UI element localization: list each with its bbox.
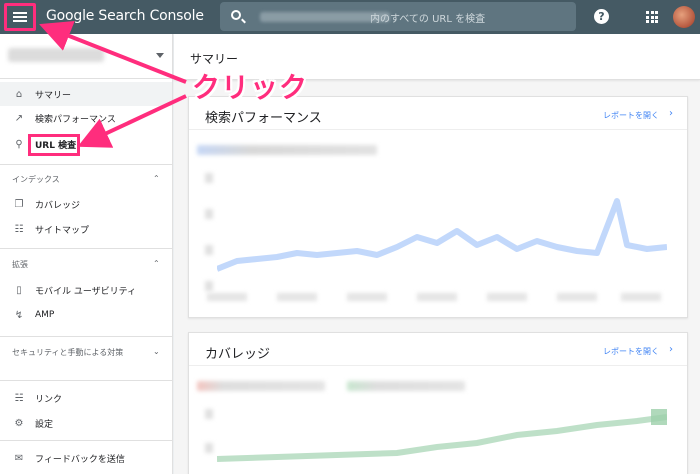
chevron-up-icon[interactable]: ⌃ — [153, 174, 160, 183]
bolt-icon: ↯ — [14, 309, 24, 321]
section-header-index[interactable]: インデックス — [12, 174, 60, 185]
x-axis-label-blurred — [207, 293, 247, 301]
chevron-up-icon[interactable]: ⌃ — [153, 259, 160, 268]
sidebar-item-mobile-usability[interactable]: ▯ モバイル ユーザビリティ — [0, 278, 172, 302]
sidebar-item-label: 検索パフォーマンス — [35, 114, 116, 125]
chevron-right-icon[interactable]: › — [669, 344, 673, 355]
sidebar-item-url-inspection[interactable]: ⚲ URL 検査 — [0, 132, 172, 156]
divider — [0, 78, 172, 79]
property-selector-blurred[interactable] — [8, 48, 104, 62]
sidebar-item-sitemap[interactable]: ☷ サイトマップ — [0, 217, 172, 241]
divider — [0, 248, 172, 249]
card-title: 検索パフォーマンス — [205, 111, 322, 126]
highlight-box-url-inspection — [28, 134, 80, 156]
chevron-down-icon[interactable] — [156, 53, 164, 58]
x-axis-label-blurred — [417, 293, 457, 301]
y-axis-label-blurred — [205, 443, 213, 453]
sidebar-item-label: モバイル ユーザビリティ — [35, 286, 137, 297]
section-header-security[interactable]: セキュリティと手動による対策 — [12, 346, 152, 360]
coverage-chart — [217, 409, 667, 462]
sidebar-item-label: サマリー — [35, 90, 72, 101]
feedback-icon: ✉ — [14, 452, 24, 464]
y-axis-label-blurred — [205, 281, 213, 291]
sidebar-item-label: フィードバックを送信 — [35, 454, 125, 465]
sidebar-item-label: サイトマップ — [35, 225, 90, 236]
open-report-link[interactable]: レポートを開く — [603, 346, 659, 357]
open-report-link[interactable]: レポートを開く — [603, 110, 659, 121]
x-axis-label-blurred — [277, 293, 317, 301]
trending-up-icon: ↗ — [14, 112, 24, 124]
divider — [0, 336, 172, 337]
hamburger-menu-icon[interactable] — [4, 3, 36, 31]
coverage-card: カバレッジ レポートを開く › — [188, 332, 688, 474]
performance-metrics-blurred — [197, 145, 377, 155]
y-axis-label-blurred — [205, 409, 213, 419]
avatar[interactable] — [673, 6, 695, 28]
performance-card: 検索パフォーマンス レポートを開く › — [188, 96, 688, 318]
links-icon: ☵ — [14, 392, 24, 404]
divider — [0, 164, 172, 165]
apps-grid-icon[interactable] — [646, 11, 658, 23]
chevron-down-icon[interactable]: ⌄ — [153, 347, 160, 356]
home-icon: ⌂ — [15, 88, 23, 100]
search-icon — [231, 10, 241, 20]
x-axis-label-blurred — [621, 293, 661, 301]
sidebar-item-label: AMP — [35, 310, 55, 320]
copy-icon: ❐ — [14, 198, 24, 210]
section-header-enhancements[interactable]: 拡張 — [12, 259, 28, 270]
sidebar-item-amp[interactable]: ↯ AMP — [0, 303, 172, 327]
divider — [189, 365, 687, 366]
sidebar-item-summary[interactable]: ⌂ サマリー — [0, 82, 172, 106]
gear-icon: ⚙ — [14, 417, 24, 429]
search-placeholder[interactable]: 内のすべての URL を検査 — [370, 10, 485, 25]
sidebar-item-label: カバレッジ — [35, 200, 81, 211]
divider — [189, 129, 687, 130]
sidebar-item-links[interactable]: ☵ リンク — [0, 386, 172, 410]
app-title[interactable]: Google Search Console — [46, 8, 204, 24]
card-title: カバレッジ — [205, 347, 271, 362]
annotation-click-label: クリック — [192, 71, 309, 104]
url-inspection-search[interactable]: 内のすべての URL を検査 — [220, 2, 576, 31]
page-title: サマリー — [190, 52, 239, 66]
sitemap-icon: ☷ — [14, 223, 24, 235]
sidebar-item-label: リンク — [35, 394, 63, 405]
x-axis-label-blurred — [557, 293, 597, 301]
coverage-valid-blurred — [347, 381, 465, 391]
divider — [0, 440, 172, 441]
sidebar-item-settings[interactable]: ⚙ 設定 — [0, 411, 172, 435]
performance-chart — [217, 198, 667, 272]
x-axis-label-blurred — [487, 293, 527, 301]
x-axis-label-blurred — [347, 293, 387, 301]
sidebar-item-coverage[interactable]: ❐ カバレッジ — [0, 192, 172, 216]
y-axis-label-blurred — [205, 173, 213, 183]
sidebar: ⌂ サマリー ↗ 検索パフォーマンス ⚲ URL 検査 インデックス ⌃ ❐ カ… — [0, 34, 173, 474]
sidebar-item-performance[interactable]: ↗ 検索パフォーマンス — [0, 106, 172, 130]
smartphone-icon: ▯ — [16, 284, 22, 296]
coverage-errors-blurred — [197, 381, 325, 391]
search-icon: ⚲ — [15, 138, 23, 150]
divider — [0, 380, 172, 381]
sidebar-item-label: 設定 — [35, 419, 54, 430]
top-app-bar: Google Search Console 内のすべての URL を検査 ? — [0, 0, 700, 34]
help-icon[interactable]: ? — [594, 9, 609, 24]
sidebar-item-feedback[interactable]: ✉ フィードバックを送信 — [0, 446, 172, 470]
y-axis-label-blurred — [205, 209, 213, 219]
chevron-right-icon[interactable]: › — [669, 108, 673, 119]
y-axis-label-blurred — [205, 245, 213, 255]
